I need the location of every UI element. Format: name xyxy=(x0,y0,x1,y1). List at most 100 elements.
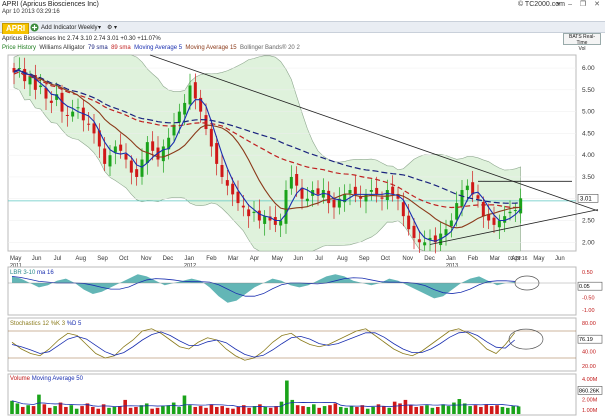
volume-bar xyxy=(365,408,370,414)
volume-bar xyxy=(225,407,230,414)
volume-bar xyxy=(268,407,273,414)
lbr-ma: ma 16 xyxy=(37,270,54,276)
volume-bar xyxy=(134,406,138,414)
legend-bb[interactable]: Bollinger Bands® 20 2 xyxy=(240,45,300,51)
candle-body xyxy=(220,165,224,177)
legend-ma15[interactable]: Moving Average 15 xyxy=(185,45,236,51)
volume-bar xyxy=(220,406,224,414)
stoch-tick-label: 20.00 xyxy=(582,364,596,370)
volume-bar xyxy=(204,407,208,414)
legend-alligator[interactable]: Williams Alligator xyxy=(39,45,84,51)
stoch-d: %D 5 xyxy=(66,321,82,327)
legend-sma79[interactable]: 79 sma xyxy=(88,45,108,51)
volume-bar xyxy=(123,399,127,414)
volume-bar xyxy=(80,406,84,414)
volume-bar xyxy=(306,406,311,414)
volume-bar xyxy=(387,407,392,414)
price-tick-label: 5.00 xyxy=(582,109,595,116)
window-controls[interactable]: ▾ – ❐ ✕ xyxy=(557,0,603,8)
candle-body xyxy=(279,220,283,226)
volume-bar xyxy=(355,406,359,414)
volume-bar xyxy=(258,404,262,414)
legend-price-history[interactable]: Price History xyxy=(2,45,36,51)
volume-ma: Moving Average 50 xyxy=(31,376,83,382)
volume-bar xyxy=(193,406,198,414)
volume-bar xyxy=(31,406,36,414)
month-tick-label: May xyxy=(10,256,21,262)
candle-body xyxy=(305,198,309,202)
candle-body xyxy=(487,214,491,221)
candle-body xyxy=(412,225,416,238)
candle-body xyxy=(476,195,480,199)
timeframe-select[interactable]: Weekly xyxy=(78,23,98,33)
volume-bar xyxy=(516,406,521,414)
volume-bar xyxy=(263,406,268,414)
volume-name: Volume xyxy=(10,376,31,382)
stochastics-panel: 80.0060.0040.0020.0076.19 xyxy=(7,317,603,372)
volume-bar xyxy=(37,394,41,414)
lbr-tick-label: -1.00 xyxy=(582,308,595,314)
month-tick-label: Aug xyxy=(75,256,86,262)
volume-bar xyxy=(15,403,20,414)
legend-ma5[interactable]: Moving Average 5 xyxy=(134,45,182,51)
candle-body xyxy=(519,198,523,214)
candle-body xyxy=(455,203,459,220)
candle-body xyxy=(151,141,155,151)
month-tick-label: Mar xyxy=(490,256,500,262)
volume-bar xyxy=(42,404,47,414)
legend-sma89[interactable]: 89 sma xyxy=(111,45,131,51)
candle-body xyxy=(225,180,229,186)
stoch-tick-label: 80.00 xyxy=(582,321,596,327)
candle-body xyxy=(513,210,517,212)
volume-last-label: 860.26K xyxy=(579,388,600,394)
volume-tick-label: 2.00M xyxy=(582,398,598,404)
add-indicator-button[interactable]: Add Indicator xyxy=(41,23,76,33)
volume-bar xyxy=(171,402,176,414)
price-tick-label: 3.50 xyxy=(582,174,595,181)
month-tick-label: Jun xyxy=(32,256,42,262)
month-tick-label: Feb xyxy=(468,256,479,262)
candle-body xyxy=(28,76,32,85)
volume-bar xyxy=(117,406,122,414)
chart-canvas[interactable]: 6.005.505.004.504.003.503.002.502.003.01… xyxy=(0,53,605,418)
chevron-down-icon[interactable]: ▾ xyxy=(98,23,101,33)
candle-body xyxy=(140,159,144,177)
candle-body xyxy=(193,82,197,99)
month-tick-label: Apr xyxy=(250,256,259,262)
month-tick-label: Jul xyxy=(54,256,62,262)
volume-bar xyxy=(495,405,499,414)
candle-body xyxy=(364,194,368,202)
month-tick-label: Jan xyxy=(184,256,194,262)
volume-bar xyxy=(484,404,489,414)
lbr-label[interactable]: LBR 3-10 ma 16 xyxy=(10,270,54,276)
volume-bar xyxy=(349,406,354,414)
candle-body xyxy=(87,123,91,125)
volume-bar xyxy=(392,401,397,414)
candle-body xyxy=(316,188,320,195)
candle-body xyxy=(236,191,240,204)
volume-bar xyxy=(112,406,117,414)
volume-bar xyxy=(295,405,300,414)
draw-tools-icon[interactable]: ⚙ ▾ xyxy=(107,23,117,33)
candle-body xyxy=(103,148,107,164)
stoch-last-label: 76.19 xyxy=(579,337,593,343)
candle-body xyxy=(508,211,512,214)
volume-bar xyxy=(290,399,295,414)
volume-bar xyxy=(333,403,338,414)
volume-bar xyxy=(161,406,165,414)
volume-bar xyxy=(128,407,133,414)
candle-body xyxy=(348,190,352,194)
volume-bar xyxy=(20,406,25,414)
candle-body xyxy=(503,216,507,223)
month-tick-label: Jun xyxy=(555,256,565,262)
volume-bar xyxy=(301,406,305,414)
lbr-tick-label: -0.50 xyxy=(582,295,595,301)
quote-line: Apricus Biosciences Inc 2.74 3.10 2.74 3… xyxy=(0,34,605,44)
candle-body xyxy=(183,102,187,115)
price-tick-label: 4.50 xyxy=(582,130,595,137)
volume-bar xyxy=(441,404,445,414)
volume-bar xyxy=(409,405,413,414)
stoch-label[interactable]: Stochastics 12 %K 3 %D 5 xyxy=(10,321,81,327)
volume-label[interactable]: Volume Moving Average 50 xyxy=(10,376,83,382)
stoch-name: Stochastics 12 %K 3 xyxy=(10,321,66,327)
